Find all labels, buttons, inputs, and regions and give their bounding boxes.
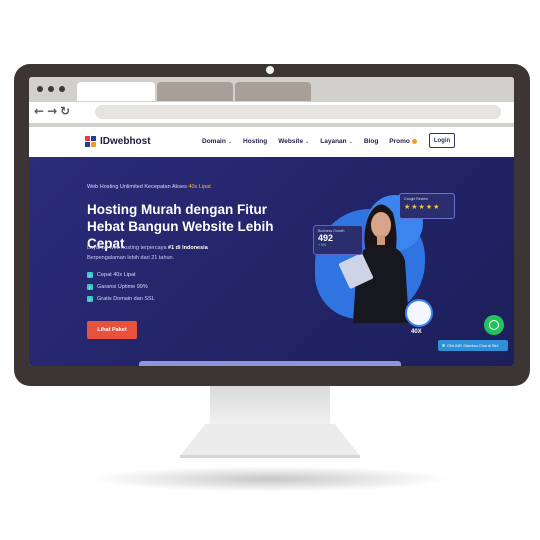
logo-mark-icon xyxy=(85,136,96,147)
business-growth-card: Business Growth 492 + 8% xyxy=(313,225,363,255)
monitor-stand-edge xyxy=(180,455,360,458)
site-logo[interactable]: IDwebhost xyxy=(85,136,151,147)
google-review-card: Google Review ★★★★★ xyxy=(399,193,455,219)
browser-toolbar: ← → ↻ xyxy=(29,102,514,123)
browser-tab-3[interactable] xyxy=(235,82,311,101)
check-icon: ✓ xyxy=(87,284,93,290)
monitor-stand-neck xyxy=(210,385,330,427)
chevron-down-icon: ⌄ xyxy=(305,139,310,145)
next-section-card xyxy=(139,361,401,366)
menu-label: Blog xyxy=(363,138,379,145)
menu-label: Layanan xyxy=(320,138,347,145)
reload-icon[interactable]: ↻ xyxy=(60,104,70,118)
browser-nav-buttons: ← → ↻ xyxy=(34,104,70,118)
main-menu: Domain ⌄ Hosting Website ⌄ Layanan ⌄ Blog P… xyxy=(202,138,417,145)
browser-tab-active[interactable] xyxy=(77,82,155,101)
whatsapp-button[interactable] xyxy=(484,315,504,335)
site-header: IDwebhost Domain ⌄ Hosting Website ⌄ Layan… xyxy=(29,127,514,157)
browser-chrome: ← → ↻ xyxy=(29,77,514,127)
live-chat-button[interactable]: ONLINE! Silahkan Chat di Sini xyxy=(438,340,508,351)
feature-label: Gratis Domain dan SSL xyxy=(97,296,155,302)
feature-item: ✓ Gratis Domain dan SSL xyxy=(87,293,155,305)
back-arrow-icon[interactable]: ← xyxy=(34,104,44,118)
chat-label: ONLINE! Silahkan Chat di Sini xyxy=(447,343,499,348)
camera-dot xyxy=(266,66,274,74)
screen: ← → ↻ IDwebhost Domain ⌄ Hosting Website… xyxy=(29,77,514,366)
monitor-mockup: ← → ↻ IDwebhost Domain ⌄ Hosting Website… xyxy=(0,0,540,540)
star-rating-icon: ★★★★★ xyxy=(404,203,441,211)
growth-value: 492 xyxy=(318,233,334,243)
menu-item-blog[interactable]: Blog xyxy=(364,138,378,145)
menu-item-hosting[interactable]: Hosting xyxy=(243,138,267,145)
see-packages-button[interactable]: Lihat Paket xyxy=(87,321,137,339)
chevron-down-icon: ⌄ xyxy=(227,139,233,145)
hero-desc-text: Layanan web hosting terpercaya xyxy=(87,245,167,251)
window-controls xyxy=(37,86,65,92)
feature-item: ✓ Garansi Uptime 99% xyxy=(87,281,155,293)
browser-tab-2[interactable] xyxy=(157,82,233,101)
feature-list: ✓ Cepat 40x Lipat ✓ Garansi Uptime 99% ✓ Gr… xyxy=(87,269,155,305)
monitor-stand-base xyxy=(180,424,360,456)
hero-section: Web Hosting Unlimited Kecepatan Akses 40… xyxy=(29,157,514,366)
promo-badge-icon xyxy=(411,138,417,144)
menu-item-website[interactable]: Website ⌄ xyxy=(278,138,309,145)
menu-label: Website xyxy=(278,138,304,145)
hero-subtitle-text: Web Hosting Unlimited Kecepatan Akses xyxy=(87,184,187,190)
speed-gauge-icon xyxy=(405,299,433,327)
hero-desc-suffix: Berpengalaman lebih dari 21 tahun. xyxy=(87,255,175,261)
feature-label: Garansi Uptime 99% xyxy=(97,284,148,290)
address-bar[interactable] xyxy=(95,105,501,119)
hero-subtitle-highlight: 40x Lipat xyxy=(188,184,211,190)
forward-arrow-icon[interactable]: → xyxy=(47,104,57,118)
review-label: Google Review xyxy=(404,197,428,201)
window-maximize-dot[interactable] xyxy=(59,86,65,92)
menu-label: Promo xyxy=(389,138,410,145)
hero-subtitle: Web Hosting Unlimited Kecepatan Akses 40… xyxy=(87,184,211,190)
hero-description: Layanan web hosting terpercaya #1 di Ind… xyxy=(87,243,257,263)
menu-label: Domain xyxy=(202,138,226,145)
chevron-down-icon: ⌄ xyxy=(348,139,353,145)
window-close-dot[interactable] xyxy=(37,86,43,92)
growth-delta: + 8% xyxy=(318,243,327,247)
feature-label: Cepat 40x Lipat xyxy=(97,272,136,278)
hero-desc-bold: #1 di Indonesia xyxy=(168,245,208,251)
menu-item-layanan[interactable]: Layanan ⌄ xyxy=(320,138,353,145)
menu-item-promo[interactable]: Promo xyxy=(389,138,417,145)
online-status-icon xyxy=(442,344,445,347)
logo-text: IDwebhost xyxy=(100,136,151,147)
feature-item: ✓ Cepat 40x Lipat xyxy=(87,269,155,281)
login-button[interactable]: Login xyxy=(429,133,455,148)
check-icon: ✓ xyxy=(87,296,93,302)
whatsapp-icon xyxy=(489,320,499,330)
monitor-shadow xyxy=(90,466,450,492)
check-icon: ✓ xyxy=(87,272,93,278)
window-minimize-dot[interactable] xyxy=(48,86,54,92)
menu-item-domain[interactable]: Domain ⌄ xyxy=(202,138,232,145)
speed-label: 40X xyxy=(411,329,422,335)
menu-label: Hosting xyxy=(243,138,268,145)
